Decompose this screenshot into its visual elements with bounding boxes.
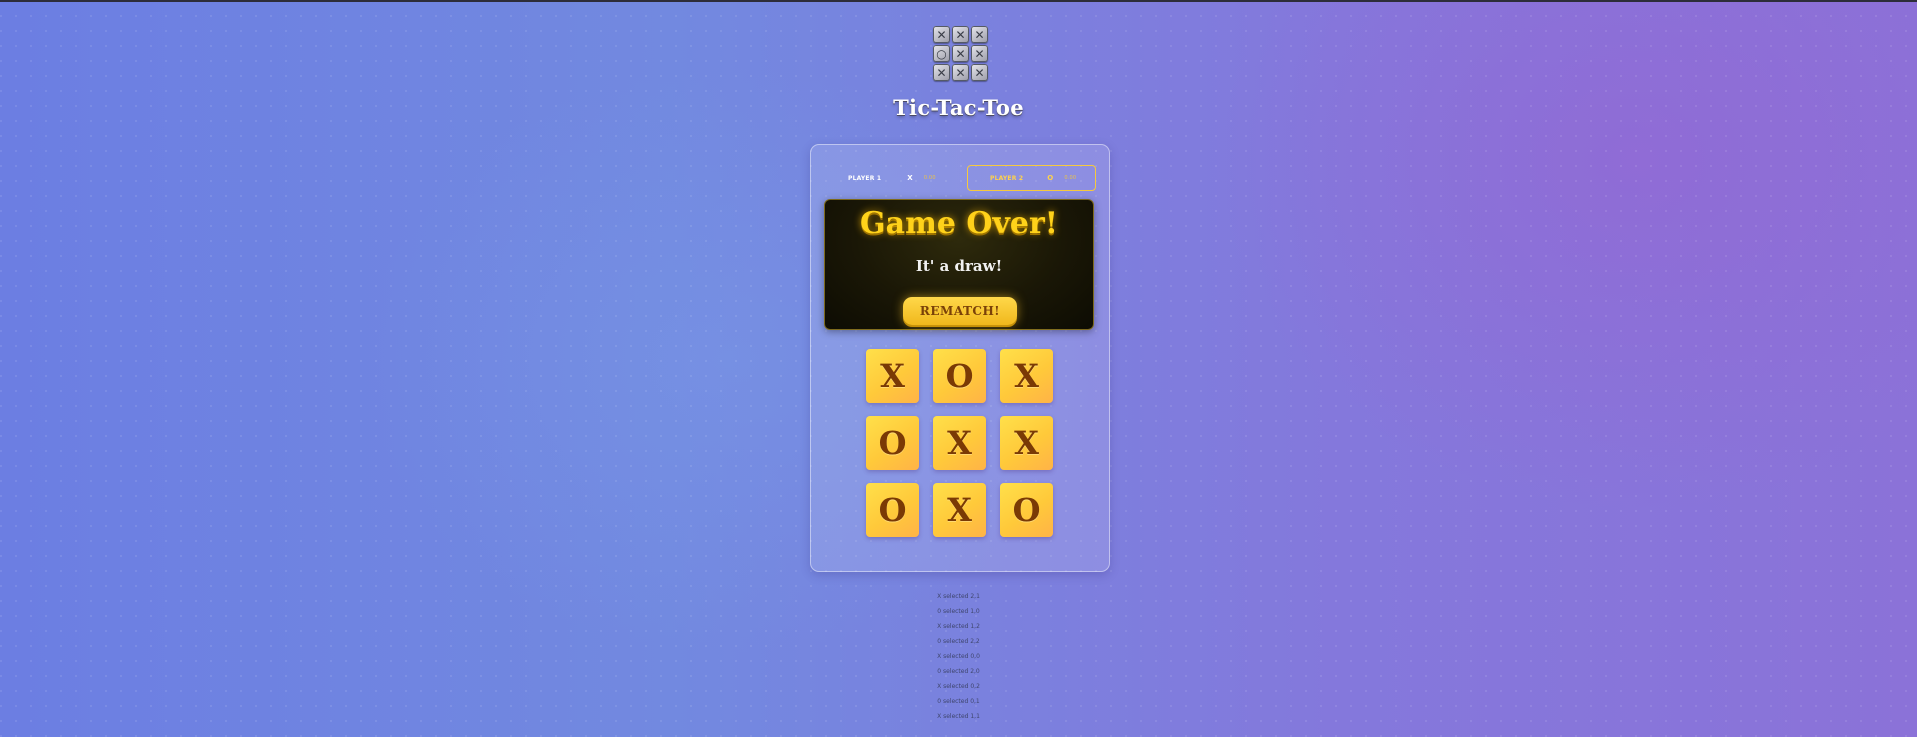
logo-tile: ✕ (952, 26, 969, 43)
player-1-badge: PLAYER 1 X 0.00 (826, 165, 956, 191)
move-log-entry: 0 selected 2,0 (937, 668, 980, 675)
rematch-button[interactable]: REMATCH! (903, 297, 1017, 325)
page-title: Tic-Tac-Toe (893, 95, 1024, 120)
logo-tile: ✕ (971, 45, 988, 62)
game-over-title: Game Over! (860, 206, 1058, 241)
logo-tile: ✕ (971, 64, 988, 81)
board-cell-1-1[interactable]: X (933, 416, 986, 470)
logo-tile: ✕ (952, 64, 969, 81)
move-log-entry: X selected 1,2 (937, 623, 980, 630)
player-1-mark: X (907, 174, 913, 182)
player-2-label: PLAYER 2 (990, 174, 1024, 182)
board-cell-2-1[interactable]: X (933, 483, 986, 537)
player-1-score: 0.00 (923, 175, 936, 181)
logo-tile: ○ (933, 45, 950, 62)
board-cell-0-2[interactable]: X (1000, 349, 1053, 403)
board-cell-0-1[interactable]: O (933, 349, 986, 403)
move-log-entry: X selected 1,1 (937, 713, 980, 720)
move-log-entry: 0 selected 2,2 (937, 638, 980, 645)
move-log-entry: X selected 2,1 (937, 593, 980, 600)
logo-tile: ✕ (933, 64, 950, 81)
board-cell-1-0[interactable]: O (866, 416, 919, 470)
board-cell-2-2[interactable]: O (1000, 483, 1053, 537)
game-over-banner: Game Over! It' a draw! REMATCH! (824, 199, 1094, 330)
move-log: X selected 2,1 0 selected 1,0 X selected… (0, 589, 1917, 724)
move-log-entry: X selected 0,2 (937, 683, 980, 690)
player-2-score: 0.00 (1064, 175, 1077, 181)
game-board: X O X O X X O X O (866, 349, 1053, 538)
move-log-entry: 0 selected 0,1 (937, 698, 980, 705)
move-log-entry: X selected 0,0 (937, 653, 980, 660)
board-cell-2-0[interactable]: O (866, 483, 919, 537)
logo-tile: ✕ (971, 26, 988, 43)
tic-tac-toe-logo-icon: ✕ ✕ ✕ ○ ✕ ✕ ✕ ✕ ✕ (933, 26, 989, 82)
player-2-mark: O (1047, 174, 1054, 182)
player-2-badge-active: PLAYER 2 O 0.00 (967, 165, 1096, 191)
logo-tile: ✕ (933, 26, 950, 43)
board-cell-1-2[interactable]: X (1000, 416, 1053, 470)
game-result-message: It' a draw! (915, 257, 1003, 275)
player-1-label: PLAYER 1 (848, 174, 882, 182)
board-cell-0-0[interactable]: X (866, 349, 919, 403)
logo-tile: ✕ (952, 45, 969, 62)
move-log-entry: 0 selected 1,0 (937, 608, 980, 615)
window-top-border (0, 0, 1917, 2)
